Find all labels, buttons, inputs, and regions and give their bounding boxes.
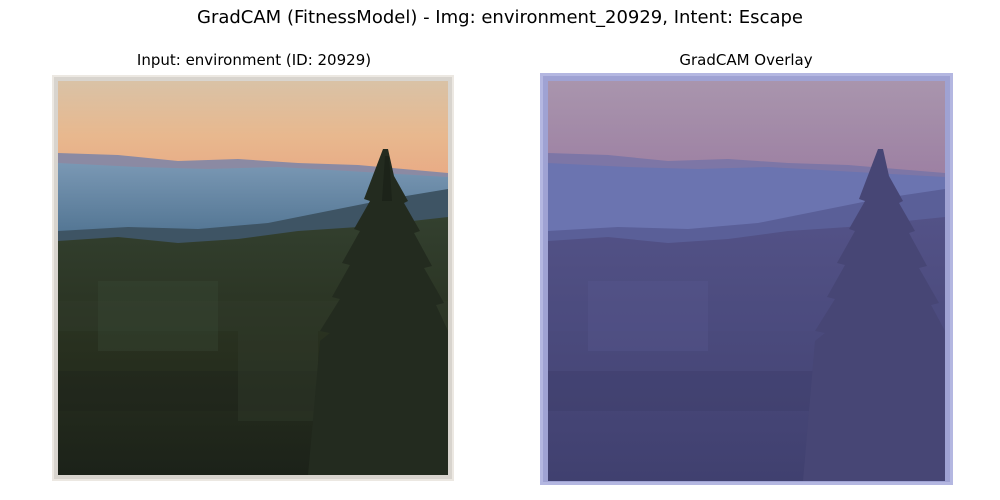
overlay-panel-title: GradCAM Overlay	[679, 51, 813, 69]
input-image	[52, 75, 454, 481]
input-panel-title: Input: environment (ID: 20929)	[136, 51, 372, 69]
figure-suptitle: GradCAM (FitnessModel) - Img: environmen…	[197, 7, 803, 28]
gradcam-overlay-image	[540, 73, 953, 485]
